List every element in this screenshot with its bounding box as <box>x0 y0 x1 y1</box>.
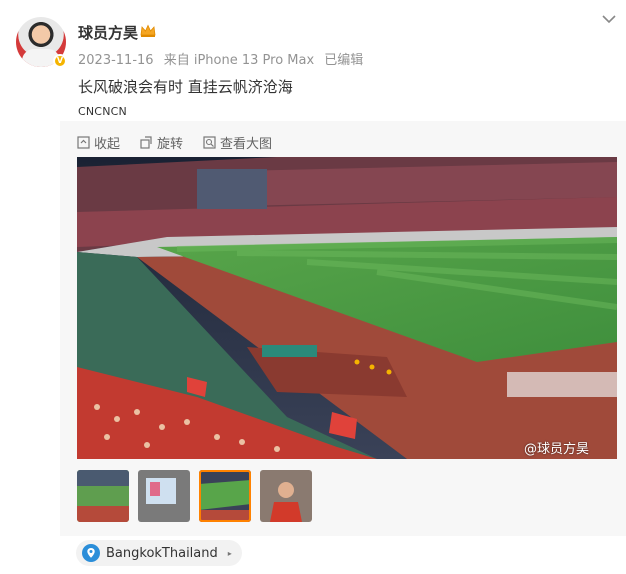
rotate-icon <box>140 136 152 149</box>
location-label: BangkokThailand <box>106 545 218 561</box>
collapse-button[interactable]: 收起 <box>77 133 120 152</box>
username[interactable]: 球员方昊 <box>78 22 138 43</box>
chevron-right-icon: ▸ <box>227 548 232 558</box>
media-actions: 收起 旋转 查看大图 <box>77 133 272 152</box>
post-content: 长风破浪会有时 直挂云帆济沧海 <box>78 78 293 96</box>
view-large-button[interactable]: 查看大图 <box>203 133 272 152</box>
thumb-stadium-image <box>77 470 129 522</box>
post-date[interactable]: 2023-11-16 <box>78 53 154 68</box>
post-meta: 2023-11-16 来自 iPhone 13 Pro Max 已编辑 <box>78 49 369 68</box>
post-tag: CNCNCN <box>78 105 127 118</box>
collapse-icon <box>77 136 90 149</box>
rotate-button[interactable]: 旋转 <box>140 133 183 152</box>
thumbnail-strip <box>77 470 312 522</box>
stadium-photo <box>77 157 617 459</box>
view-large-icon <box>203 136 216 149</box>
rotate-label: 旋转 <box>157 137 184 152</box>
map-pin-icon <box>82 544 100 562</box>
location-tag[interactable]: BangkokThailand ▸ <box>76 540 242 566</box>
thumbnail-3-active[interactable] <box>199 470 251 522</box>
thumb-screen-image <box>138 470 190 522</box>
photo-watermark: @球员方昊 <box>524 442 590 457</box>
edited-label[interactable]: 已编辑 <box>324 53 363 68</box>
thumbnail-4[interactable] <box>260 470 312 522</box>
thumbnail-2[interactable] <box>138 470 190 522</box>
collapse-label: 收起 <box>94 137 121 152</box>
view-large-label: 查看大图 <box>220 137 273 152</box>
post-source: 来自 iPhone 13 Pro Max <box>163 53 315 68</box>
crown-icon <box>140 24 156 37</box>
verified-badge-icon: V <box>53 54 67 68</box>
thumbnail-1[interactable] <box>77 470 129 522</box>
thumb-field-image <box>199 470 251 522</box>
thumb-player-image <box>260 470 312 522</box>
main-photo[interactable] <box>77 157 617 459</box>
chevron-down-icon[interactable] <box>602 14 616 24</box>
